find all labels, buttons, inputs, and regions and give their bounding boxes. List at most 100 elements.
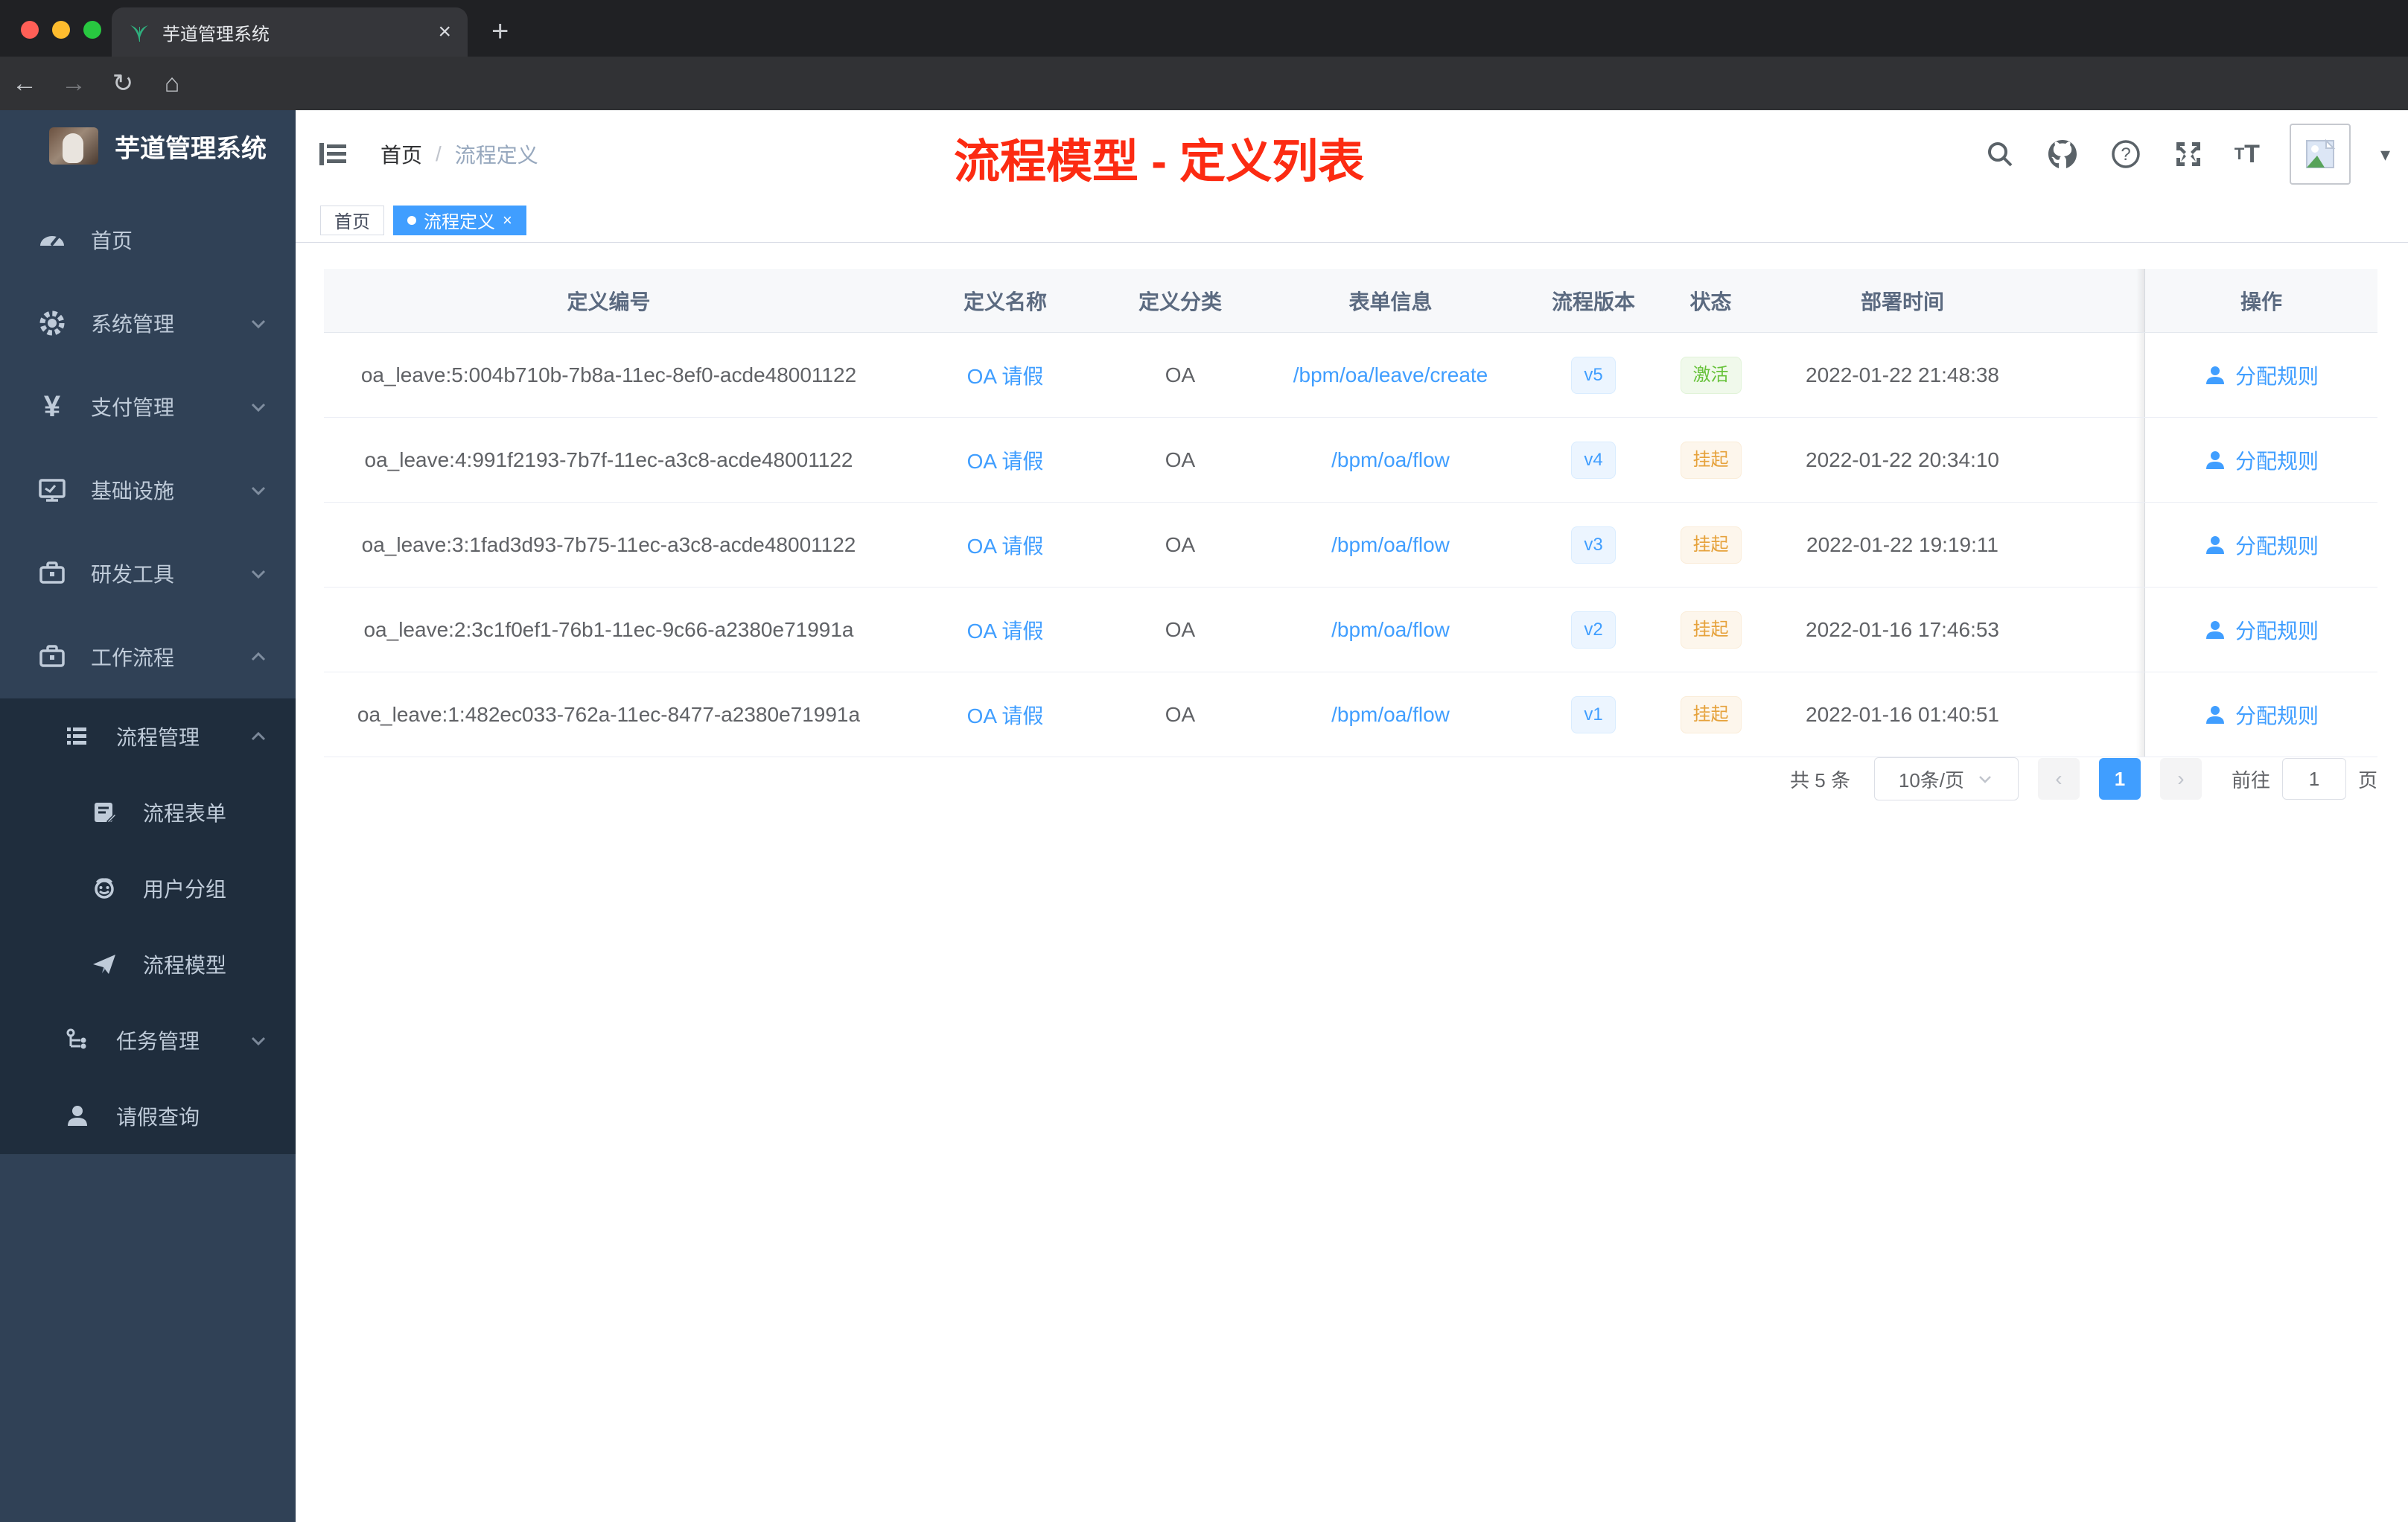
version-badge: v3 <box>1571 526 1616 564</box>
prev-page-button[interactable]: ‹ <box>2037 758 2080 800</box>
back-icon[interactable]: ← <box>0 69 49 98</box>
version-badge: v5 <box>1571 356 1616 394</box>
chevron-down-icon <box>248 480 269 500</box>
form-link[interactable]: /bpm/oa/leave/create <box>1243 363 1538 387</box>
definition-id: oa_leave:4:991f2193-7b7f-11ec-a3c8-acde4… <box>364 448 853 471</box>
breadcrumb-current: 流程定义 <box>454 144 538 167</box>
reload-icon[interactable]: ↻ <box>98 69 147 98</box>
deploy-time: 2022-01-22 20:34:10 <box>1806 448 1999 471</box>
page-size-select[interactable]: 10条/页 <box>1873 757 2019 800</box>
assign-rule-link[interactable]: 分配规则 <box>2235 530 2319 560</box>
definition-id: oa_leave:3:1fad3d93-7b75-11ec-a3c8-acde4… <box>361 532 856 556</box>
status-badge: 挂起 <box>1680 441 1742 479</box>
sidebar-item-devtools[interactable]: 研发工具 <box>0 532 296 615</box>
group-icon <box>88 875 121 902</box>
sidebar-item-leave-query[interactable]: 请假查询 <box>0 1078 296 1154</box>
breadcrumb-home[interactable]: 首页 <box>380 139 422 169</box>
definition-category: OA <box>1165 532 1196 556</box>
action-cell: 分配规则 <box>2136 418 2377 502</box>
current-page-button[interactable]: 1 <box>2098 758 2141 800</box>
tab-strip: 芋道管理系统 × + <box>0 0 2408 57</box>
page-size-value: 10条/页 <box>1898 768 1965 792</box>
yen-icon: ¥ <box>43 389 61 423</box>
sidebar-item-workflow[interactable]: 工作流程 <box>0 615 296 698</box>
goto-page-input[interactable] <box>2281 758 2346 800</box>
assign-rule-link[interactable]: 分配规则 <box>2235 445 2319 475</box>
toolbox-icon <box>36 558 69 588</box>
sidebar-item-label: 流程管理 <box>116 726 200 749</box>
assign-user-icon <box>2205 366 2224 384</box>
annotation-title: 流程模型 - 定义列表 <box>954 136 1365 188</box>
sidebar-item-process-form[interactable]: 流程表单 <box>0 774 296 850</box>
logo-avatar <box>49 127 98 165</box>
tags-view-bar: 首页 流程定义 × <box>296 198 2408 243</box>
close-window-button[interactable] <box>21 21 39 39</box>
search-icon[interactable] <box>1984 138 2016 170</box>
definition-name-link[interactable]: OA 请假 <box>894 360 1117 390</box>
tag-close-icon[interactable]: × <box>503 211 512 230</box>
user-icon <box>61 1103 94 1130</box>
col-header-status: 状态 <box>1689 290 1732 313</box>
minimize-window-button[interactable] <box>52 21 70 39</box>
home-icon[interactable]: ⌂ <box>147 69 197 98</box>
sidebar-item-user-group[interactable]: 用户分组 <box>0 850 296 926</box>
monitor-icon <box>36 475 69 505</box>
user-menu-caret-icon[interactable]: ▾ <box>2380 143 2390 166</box>
svg-text:?: ? <box>2121 144 2130 165</box>
assign-rule-link[interactable]: 分配规则 <box>2235 615 2319 645</box>
tag-label: 流程定义 <box>424 212 495 232</box>
workflow-submenu: 流程管理 流程表单 用户分组 流程模型 任务管理 请假查询 <box>0 698 296 1154</box>
col-header-version: 流程版本 <box>1551 290 1635 313</box>
fullscreen-icon[interactable] <box>2172 138 2205 171</box>
definition-name-link[interactable]: OA 请假 <box>894 615 1117 645</box>
deploy-time: 2022-01-22 21:48:38 <box>1806 363 1999 386</box>
form-link[interactable]: /bpm/oa/flow <box>1243 533 1538 557</box>
deploy-time: 2022-01-16 17:46:53 <box>1806 617 1999 641</box>
help-icon[interactable]: ? <box>2109 138 2142 171</box>
assign-user-icon <box>2205 705 2224 724</box>
app-title: 芋道管理系统 <box>115 134 267 163</box>
sidebar-collapse-icon[interactable] <box>318 141 348 167</box>
status-badge: 挂起 <box>1680 611 1742 649</box>
tag-process-definition[interactable]: 流程定义 × <box>393 205 526 235</box>
sidebar-item-task-management[interactable]: 任务管理 <box>0 1002 296 1078</box>
definition-name-link[interactable]: OA 请假 <box>894 700 1117 730</box>
sidebar-item-label: 基础设施 <box>91 480 175 503</box>
col-header-time: 部署时间 <box>1860 290 1944 313</box>
sidebar-item-process-management[interactable]: 流程管理 <box>0 698 296 774</box>
tab-title: 芋道管理系统 <box>162 24 270 45</box>
sidebar-item-process-model[interactable]: 流程模型 <box>0 926 296 1002</box>
form-link[interactable]: /bpm/oa/flow <box>1243 618 1538 642</box>
tag-home[interactable]: 首页 <box>320 205 384 235</box>
new-tab-button[interactable]: + <box>491 16 509 46</box>
user-avatar[interactable] <box>2289 124 2351 185</box>
app-window: 芋道管理系统 首页 系统管理 ¥ 支付管理 基础设施 研发工具 工作流程 流程管… <box>0 110 2408 1522</box>
sidebar-item-system[interactable]: 系统管理 <box>0 281 296 365</box>
definition-name-link[interactable]: OA 请假 <box>894 530 1117 560</box>
github-icon[interactable] <box>2045 137 2080 171</box>
browser-tab[interactable]: 芋道管理系统 × <box>112 7 468 57</box>
tab-close-icon[interactable]: × <box>438 21 451 43</box>
deploy-time: 2022-01-22 19:19:11 <box>1806 532 1998 556</box>
action-cell: 分配规则 <box>2136 588 2377 672</box>
form-link[interactable]: /bpm/oa/flow <box>1243 703 1538 727</box>
page-content: 定义编号 定义名称 定义分类 表单信息 流程版本 状态 部署时间 操作 oa_l… <box>296 243 2408 1522</box>
definition-name-link[interactable]: OA 请假 <box>894 445 1117 475</box>
font-size-icon[interactable]: TT <box>2235 140 2260 169</box>
sidebar-item-home[interactable]: 首页 <box>0 198 296 281</box>
next-page-button[interactable]: › <box>2159 758 2202 800</box>
assign-user-icon <box>2205 620 2224 639</box>
assign-rule-link[interactable]: 分配规则 <box>2235 360 2319 390</box>
assign-rule-link[interactable]: 分配规则 <box>2235 700 2319 730</box>
active-tag-dot <box>407 215 416 225</box>
forward-icon[interactable]: → <box>49 69 98 98</box>
zoom-window-button[interactable] <box>83 21 101 39</box>
window-controls[interactable] <box>21 21 101 39</box>
sidebar-item-infrastructure[interactable]: 基础设施 <box>0 448 296 532</box>
sidebar-item-payment[interactable]: ¥ 支付管理 <box>0 365 296 448</box>
favicon-leaf-icon <box>128 21 150 43</box>
browser-chrome: 芋道管理系统 × + ← → ↻ ⌂ ⚠ 不安全 dashboard.yudao… <box>0 0 2408 164</box>
breadcrumb-separator: / <box>436 142 442 165</box>
sidebar-logo[interactable]: 芋道管理系统 <box>0 116 296 173</box>
form-link[interactable]: /bpm/oa/flow <box>1243 448 1538 472</box>
